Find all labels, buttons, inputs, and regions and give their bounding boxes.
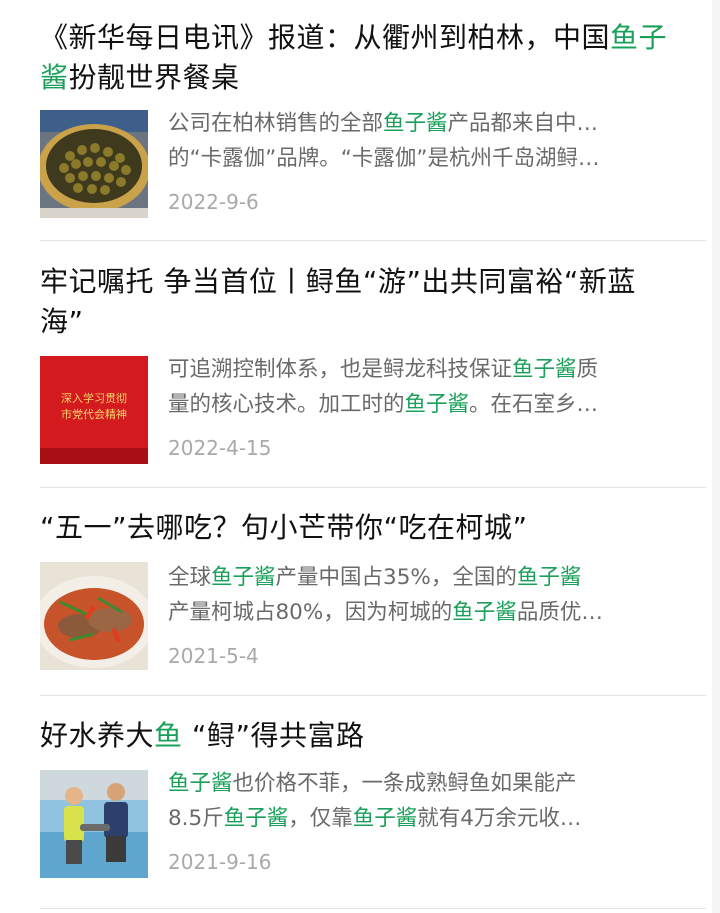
article-thumbnail[interactable]	[40, 770, 148, 878]
article-thumbnail[interactable]	[40, 110, 148, 218]
caviar-tin-image	[40, 110, 148, 218]
article-item[interactable]: 《新华每日电讯》报道：从衢州到柏林，中国鱼子 酱扮靓世界餐桌 公司在柏林销售的全…	[0, 0, 720, 241]
article-snippet: 公司在柏林销售的全部鱼子酱产品都来自中… 的“卡露伽”品牌。“卡露伽”是杭州千岛…	[168, 111, 600, 171]
article-thumbnail[interactable]: 深入学习贯彻 市党代会精神	[40, 356, 148, 464]
article-item[interactable]: “五一”去哪吃？句小芒带你“吃在柯城” 全球鱼子酱产量中国占35%，全国的鱼子酱	[0, 488, 720, 696]
article-date: 2022-9-6	[168, 190, 259, 214]
fish-farmers-image	[40, 770, 148, 878]
divider	[40, 908, 706, 909]
article-thumbnail[interactable]	[40, 562, 148, 670]
fish-dish-image	[40, 562, 148, 670]
article-title[interactable]: “五一”去哪吃？句小芒带你“吃在柯城”	[40, 508, 690, 548]
banner-text-line1: 深入学习贯彻	[61, 391, 127, 405]
article-title[interactable]: 《新华每日电讯》报道：从衢州到柏林，中国鱼子 酱扮靓世界餐桌	[40, 18, 690, 98]
banner-text-line2: 市党代会精神	[61, 407, 127, 421]
article-date: 2021-5-4	[168, 644, 259, 668]
article-item[interactable]: 牢记嘱托 争当首位丨鲟鱼“游”出共同富裕“新蓝 海” 深入学习贯彻 市党代会精神 …	[0, 240, 720, 488]
article-snippet: 鱼子酱也价格不菲，一条成熟鲟鱼如果能产 8.5斤鱼子酱，仅靠鱼子酱就有4万余元收…	[168, 771, 582, 831]
article-date: 2022-4-15	[168, 436, 272, 460]
article-title[interactable]: 好水养大鱼 “鲟”得共富路	[40, 716, 690, 756]
article-snippet: 可追溯控制体系，也是鲟龙科技保证鱼子酱质 量的核心技术。加工时的鱼子酱。在石室乡…	[168, 357, 599, 417]
red-banner-image: 深入学习贯彻 市党代会精神	[40, 356, 148, 464]
article-snippet: 全球鱼子酱产量中国占35%，全国的鱼子酱 产量柯城占80%，因为柯城的鱼子酱品质…	[168, 565, 603, 625]
scroll-edge	[712, 0, 720, 913]
article-list: 《新华每日电讯》报道：从衢州到柏林，中国鱼子 酱扮靓世界餐桌 公司在柏林销售的全…	[0, 0, 720, 913]
article-title[interactable]: 牢记嘱托 争当首位丨鲟鱼“游”出共同富裕“新蓝 海”	[40, 262, 690, 342]
article-item[interactable]: 好水养大鱼 “鲟”得共富路 鱼子酱也价格不菲，一条成熟鲟鱼如果能产 8.5斤鱼子…	[0, 696, 720, 913]
article-date: 2021-9-16	[168, 850, 272, 874]
